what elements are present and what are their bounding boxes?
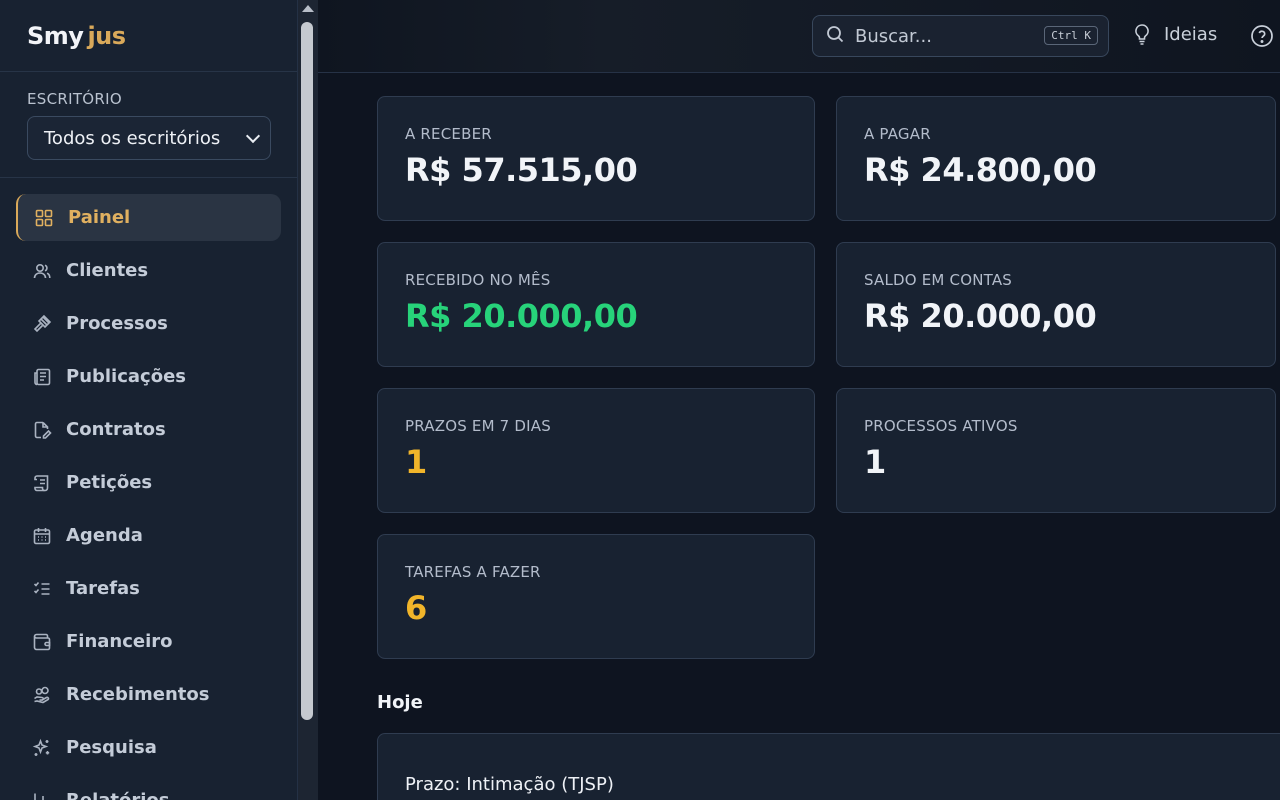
calendar-icon <box>32 526 52 546</box>
sidebar-item-clientes[interactable]: Clientes <box>16 247 281 294</box>
wallet-icon <box>32 632 52 652</box>
sparkles-icon <box>32 738 52 758</box>
top-header: Buscar... Ctrl K Ideias <box>318 0 1280 73</box>
sidebar-item-label: Contratos <box>66 419 166 440</box>
office-select[interactable]: Todos os escritórios <box>27 116 271 160</box>
section-title-hoje: Hoje <box>377 692 423 713</box>
card-label: PRAZOS EM 7 DIAS <box>405 417 551 435</box>
scroll-icon <box>32 473 52 493</box>
card-value: R$ 57.515,00 <box>405 151 638 189</box>
card-recebido-no-mes[interactable]: RECEBIDO NO MÊS R$ 20.000,00 <box>377 242 815 367</box>
gavel-icon <box>32 314 52 334</box>
search-icon <box>825 24 845 48</box>
ideas-button[interactable]: Ideias <box>1132 23 1217 45</box>
office-select-value: Todos os escritórios <box>44 127 221 149</box>
sidebar-item-relatorios[interactable]: Relatórios <box>16 777 281 800</box>
search-shortcut-badge: Ctrl K <box>1044 26 1098 45</box>
hand-coins-icon <box>32 685 52 705</box>
list-check-icon <box>32 579 52 599</box>
brand-logo[interactable]: Smy jus <box>0 0 297 72</box>
brand-part1: Smy <box>27 21 84 50</box>
sidebar-item-label: Relatórios <box>66 790 169 800</box>
card-label: A RECEBER <box>405 125 492 143</box>
app-root: Smy jus ESCRITÓRIO Todos os escritórios P… <box>0 0 1280 800</box>
brand-part2: jus <box>87 21 126 50</box>
sidebar-item-label: Agenda <box>66 525 143 546</box>
sidebar-item-label: Clientes <box>66 260 149 281</box>
today-event-title: Prazo: Intimação (TJSP) <box>405 774 614 795</box>
file-edit-icon <box>32 420 52 440</box>
bar-chart-icon <box>32 791 52 800</box>
chevron-down-icon <box>245 128 261 143</box>
card-value: 6 <box>405 589 427 627</box>
search-input[interactable]: Buscar... Ctrl K <box>812 15 1109 57</box>
sidebar-nav: Painel Clientes Processos Publicações Co… <box>0 178 297 800</box>
office-label: ESCRITÓRIO <box>27 90 122 108</box>
sidebar-item-label: Petições <box>66 472 153 493</box>
sidebar-item-contratos[interactable]: Contratos <box>16 406 281 453</box>
scroll-thumb[interactable] <box>301 22 313 720</box>
card-a-pagar[interactable]: A PAGAR R$ 24.800,00 <box>836 96 1276 221</box>
sidebar-item-label: Pesquisa <box>66 737 157 758</box>
sidebar-item-financeiro[interactable]: Financeiro <box>16 618 281 665</box>
card-value: R$ 24.800,00 <box>864 151 1097 189</box>
sidebar-item-label: Tarefas <box>66 578 140 599</box>
sidebar-item-label: Recebimentos <box>66 684 210 705</box>
search-placeholder: Buscar... <box>855 25 932 47</box>
card-prazos-7-dias[interactable]: PRAZOS EM 7 DIAS 1 <box>377 388 815 513</box>
card-value: R$ 20.000,00 <box>864 297 1097 335</box>
sidebar-item-peticoes[interactable]: Petições <box>16 459 281 506</box>
sidebar-item-label: Publicações <box>66 366 187 387</box>
newspaper-icon <box>32 367 52 387</box>
card-label: TAREFAS A FAZER <box>405 563 541 581</box>
help-circle-icon <box>1251 25 1273 47</box>
card-tarefas-a-fazer[interactable]: TAREFAS A FAZER 6 <box>377 534 815 659</box>
card-a-receber[interactable]: A RECEBER R$ 57.515,00 <box>377 96 815 221</box>
office-section: ESCRITÓRIO Todos os escritórios <box>0 72 297 178</box>
card-saldo-em-contas[interactable]: SALDO EM CONTAS R$ 20.000,00 <box>836 242 1276 367</box>
sidebar-item-publicacoes[interactable]: Publicações <box>16 353 281 400</box>
sidebar-item-processos[interactable]: Processos <box>16 300 281 347</box>
card-label: A PAGAR <box>864 125 931 143</box>
sidebar-item-label: Financeiro <box>66 631 173 652</box>
sidebar-item-recebimentos[interactable]: Recebimentos <box>16 671 281 718</box>
card-label: PROCESSOS ATIVOS <box>864 417 1018 435</box>
sidebar-item-painel[interactable]: Painel <box>16 194 281 241</box>
sidebar-item-pesquisa[interactable]: Pesquisa <box>16 724 281 771</box>
sidebar-scrollbar[interactable] <box>298 0 318 800</box>
card-value: R$ 20.000,00 <box>405 297 638 335</box>
sidebar-item-tarefas[interactable]: Tarefas <box>16 565 281 612</box>
today-event-card[interactable]: Prazo: Intimação (TJSP) <box>377 733 1280 800</box>
sidebar-item-agenda[interactable]: Agenda <box>16 512 281 559</box>
card-value: 1 <box>405 443 427 481</box>
ideas-label: Ideias <box>1164 23 1218 45</box>
sidebar: Smy jus ESCRITÓRIO Todos os escritórios P… <box>0 0 298 800</box>
scroll-up-arrow-icon[interactable] <box>302 5 314 12</box>
sidebar-item-label: Painel <box>68 207 131 228</box>
users-icon <box>32 261 52 281</box>
lightbulb-icon <box>1135 24 1149 45</box>
grid-icon <box>34 208 54 228</box>
sidebar-item-label: Processos <box>66 313 168 334</box>
card-processos-ativos[interactable]: PROCESSOS ATIVOS 1 <box>836 388 1276 513</box>
card-label: RECEBIDO NO MÊS <box>405 271 551 289</box>
card-value: 1 <box>864 443 886 481</box>
help-button[interactable] <box>1250 24 1274 52</box>
card-label: SALDO EM CONTAS <box>864 271 1013 289</box>
